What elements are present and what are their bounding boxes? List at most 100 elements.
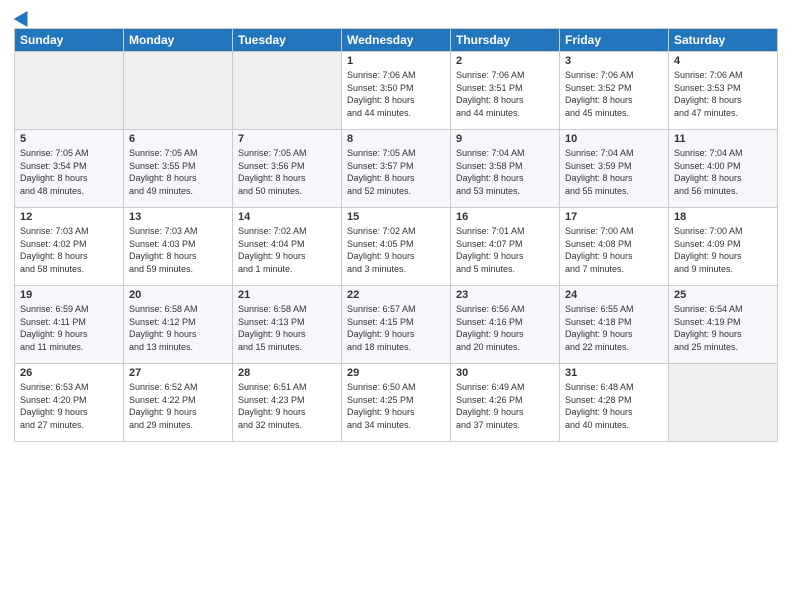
day-cell: 19Sunrise: 6:59 AM Sunset: 4:11 PM Dayli… [15,286,124,364]
day-number: 16 [456,211,554,223]
day-number: 8 [347,133,445,145]
day-number: 15 [347,211,445,223]
logo [14,10,32,22]
week-row-4: 19Sunrise: 6:59 AM Sunset: 4:11 PM Dayli… [15,286,778,364]
day-number: 23 [456,289,554,301]
day-cell: 24 Sunrise: 6:55 AM Sunset: 4:18 PM Dayli… [560,286,669,364]
day-cell: 9 Sunrise: 7:04 AM Sunset: 3:58 PM Daylig… [451,130,560,208]
day-number: 10 [565,133,663,145]
day-info: Sunrise: 7:04 AM Sunset: 4:00 PM Dayligh… [674,147,772,197]
day-info: Sunrise: 6:50 AM Sunset: 4:25 PM Dayligh… [347,381,445,431]
day-info: Sunrise: 6:58 AM Sunset: 4:13 PM Dayligh… [238,303,336,353]
day-info: Sunrise: 6:57 AM Sunset: 4:15 PM Dayligh… [347,303,445,353]
day-cell: 20Sunrise: 6:58 AM Sunset: 4:12 PM Dayli… [124,286,233,364]
day-cell: 23 Sunrise: 6:56 AM Sunset: 4:16 PM Dayli… [451,286,560,364]
day-info: Sunrise: 7:03 AM Sunset: 4:02 PM Dayligh… [20,225,118,275]
day-cell: 31 Sunrise: 6:48 AM Sunset: 4:28 PM Dayli… [560,364,669,442]
day-number: 17 [565,211,663,223]
day-number: 29 [347,367,445,379]
day-cell: 11 Sunrise: 7:04 AM Sunset: 4:00 PM Dayli… [669,130,778,208]
day-cell: 18 Sunrise: 7:00 AM Sunset: 4:09 PM Dayli… [669,208,778,286]
day-cell: 3Sunrise: 7:06 AM Sunset: 3:52 PM Daylig… [560,52,669,130]
day-number: 1 [347,55,445,67]
day-info: Sunrise: 7:03 AM Sunset: 4:03 PM Dayligh… [129,225,227,275]
day-info: Sunrise: 6:59 AM Sunset: 4:11 PM Dayligh… [20,303,118,353]
day-info: Sunrise: 6:55 AM Sunset: 4:18 PM Dayligh… [565,303,663,353]
day-number: 6 [129,133,227,145]
day-number: 11 [674,133,772,145]
day-cell [233,52,342,130]
day-number: 18 [674,211,772,223]
day-cell: 14Sunrise: 7:02 AM Sunset: 4:04 PM Dayli… [233,208,342,286]
day-cell: 22 Sunrise: 6:57 AM Sunset: 4:15 PM Dayli… [342,286,451,364]
day-cell: 13 Sunrise: 7:03 AM Sunset: 4:03 PM Dayli… [124,208,233,286]
week-row-5: 26 Sunrise: 6:53 AM Sunset: 4:20 PM Dayli… [15,364,778,442]
day-info: Sunrise: 7:04 AM Sunset: 3:58 PM Dayligh… [456,147,554,197]
day-cell: 30Sunrise: 6:49 AM Sunset: 4:26 PM Dayli… [451,364,560,442]
day-info: Sunrise: 7:00 AM Sunset: 4:08 PM Dayligh… [565,225,663,275]
day-number: 2 [456,55,554,67]
day-info: Sunrise: 7:05 AM Sunset: 3:56 PM Dayligh… [238,147,336,197]
weekday-header-thursday: Thursday [451,29,560,52]
day-cell: 26 Sunrise: 6:53 AM Sunset: 4:20 PM Dayli… [15,364,124,442]
day-number: 9 [456,133,554,145]
day-info: Sunrise: 7:02 AM Sunset: 4:04 PM Dayligh… [238,225,336,275]
weekday-header-sunday: Sunday [15,29,124,52]
week-row-2: 5 Sunrise: 7:05 AM Sunset: 3:54 PM Daylig… [15,130,778,208]
day-info: Sunrise: 6:54 AM Sunset: 4:19 PM Dayligh… [674,303,772,353]
calendar-table: SundayMondayTuesdayWednesdayThursdayFrid… [14,28,778,442]
weekday-header-saturday: Saturday [669,29,778,52]
day-number: 12 [20,211,118,223]
day-info: Sunrise: 7:00 AM Sunset: 4:09 PM Dayligh… [674,225,772,275]
day-number: 20 [129,289,227,301]
day-cell: 25 Sunrise: 6:54 AM Sunset: 4:19 PM Dayli… [669,286,778,364]
day-cell: 15 Sunrise: 7:02 AM Sunset: 4:05 PM Dayli… [342,208,451,286]
week-row-3: 12 Sunrise: 7:03 AM Sunset: 4:02 PM Dayli… [15,208,778,286]
day-info: Sunrise: 6:48 AM Sunset: 4:28 PM Dayligh… [565,381,663,431]
day-cell: 28Sunrise: 6:51 AM Sunset: 4:23 PM Dayli… [233,364,342,442]
day-info: Sunrise: 6:56 AM Sunset: 4:16 PM Dayligh… [456,303,554,353]
day-info: Sunrise: 6:53 AM Sunset: 4:20 PM Dayligh… [20,381,118,431]
day-number: 5 [20,133,118,145]
day-info: Sunrise: 7:06 AM Sunset: 3:53 PM Dayligh… [674,69,772,119]
day-cell: 12 Sunrise: 7:03 AM Sunset: 4:02 PM Dayli… [15,208,124,286]
day-info: Sunrise: 7:01 AM Sunset: 4:07 PM Dayligh… [456,225,554,275]
day-cell: 17 Sunrise: 7:00 AM Sunset: 4:08 PM Dayli… [560,208,669,286]
day-cell [669,364,778,442]
day-cell [15,52,124,130]
logo-icon [14,7,35,27]
day-number: 24 [565,289,663,301]
day-info: Sunrise: 7:06 AM Sunset: 3:51 PM Dayligh… [456,69,554,119]
day-number: 22 [347,289,445,301]
day-number: 7 [238,133,336,145]
day-cell: 16 Sunrise: 7:01 AM Sunset: 4:07 PM Dayli… [451,208,560,286]
day-number: 25 [674,289,772,301]
day-cell [124,52,233,130]
day-info: Sunrise: 7:05 AM Sunset: 3:55 PM Dayligh… [129,147,227,197]
day-number: 27 [129,367,227,379]
day-cell: 1 Sunrise: 7:06 AM Sunset: 3:50 PM Daylig… [342,52,451,130]
day-cell: 2 Sunrise: 7:06 AM Sunset: 3:51 PM Daylig… [451,52,560,130]
day-number: 28 [238,367,336,379]
logo-text [14,10,32,24]
week-row-1: 1 Sunrise: 7:06 AM Sunset: 3:50 PM Daylig… [15,52,778,130]
day-cell: 10 Sunrise: 7:04 AM Sunset: 3:59 PM Dayli… [560,130,669,208]
weekday-header-monday: Monday [124,29,233,52]
day-cell: 6 Sunrise: 7:05 AM Sunset: 3:55 PM Daylig… [124,130,233,208]
day-number: 13 [129,211,227,223]
day-info: Sunrise: 7:05 AM Sunset: 3:54 PM Dayligh… [20,147,118,197]
day-info: Sunrise: 7:06 AM Sunset: 3:50 PM Dayligh… [347,69,445,119]
weekday-header-tuesday: Tuesday [233,29,342,52]
day-number: 26 [20,367,118,379]
day-info: Sunrise: 7:04 AM Sunset: 3:59 PM Dayligh… [565,147,663,197]
weekday-header-row: SundayMondayTuesdayWednesdayThursdayFrid… [15,29,778,52]
day-info: Sunrise: 7:02 AM Sunset: 4:05 PM Dayligh… [347,225,445,275]
day-number: 3 [565,55,663,67]
day-cell: 29 Sunrise: 6:50 AM Sunset: 4:25 PM Dayli… [342,364,451,442]
day-cell: 7 Sunrise: 7:05 AM Sunset: 3:56 PM Daylig… [233,130,342,208]
day-number: 31 [565,367,663,379]
day-cell: 27Sunrise: 6:52 AM Sunset: 4:22 PM Dayli… [124,364,233,442]
day-info: Sunrise: 7:05 AM Sunset: 3:57 PM Dayligh… [347,147,445,197]
day-number: 21 [238,289,336,301]
weekday-header-friday: Friday [560,29,669,52]
